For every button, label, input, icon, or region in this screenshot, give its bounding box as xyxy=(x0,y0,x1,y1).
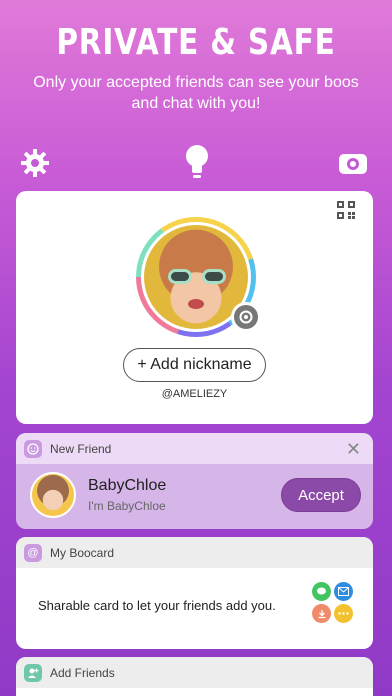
add-friends-header: Add Friends xyxy=(16,657,373,688)
add-nickname-button[interactable]: + Add nickname xyxy=(123,348,266,382)
close-icon[interactable]: ✕ xyxy=(346,439,361,460)
boocard-description: Sharable card to let your friends add yo… xyxy=(38,598,276,613)
boocard-header: @ My Boocard xyxy=(16,537,373,568)
qr-code-icon[interactable] xyxy=(337,201,355,219)
lightbulb-icon[interactable] xyxy=(180,142,214,180)
username-handle: @AMELIEZY xyxy=(161,388,228,400)
subheadline: Only your accepted friends can see your … xyxy=(33,74,359,112)
friend-name: BabyChloe xyxy=(88,477,167,494)
gear-icon[interactable] xyxy=(18,146,52,180)
download-icon[interactable] xyxy=(312,604,331,623)
camera-icon[interactable] xyxy=(336,146,370,180)
headline: PRIVATE & SAFE xyxy=(56,22,336,63)
boocard-title: My Boocard xyxy=(50,545,115,560)
profile-card: + Add nickname @AMELIEZY xyxy=(16,191,373,424)
change-photo-camera-icon[interactable] xyxy=(231,302,261,332)
mail-share-icon[interactable] xyxy=(334,582,353,601)
new-friend-header: New Friend xyxy=(16,433,373,464)
friend-subtitle: I'm BabyChloe xyxy=(88,499,166,513)
friend-avatar[interactable] xyxy=(30,472,76,518)
add-friends-card[interactable]: Add Friends xyxy=(16,657,373,696)
smiley-icon xyxy=(24,439,42,458)
boocard-card: @ My Boocard Sharable card to let your f… xyxy=(16,537,373,649)
new-friend-title: New Friend xyxy=(50,441,112,456)
friend-request-row: BabyChloe I'm BabyChloe Accept xyxy=(16,464,373,529)
new-friend-card: New Friend ✕ BabyChloe I'm BabyChloe Acc… xyxy=(16,433,373,529)
accept-button[interactable]: Accept xyxy=(281,478,361,512)
add-friends-title: Add Friends xyxy=(50,665,115,680)
more-options-icon[interactable] xyxy=(334,604,353,623)
message-share-icon[interactable] xyxy=(312,582,331,601)
at-sign-icon: @ xyxy=(24,543,42,562)
add-friend-icon xyxy=(24,663,42,682)
